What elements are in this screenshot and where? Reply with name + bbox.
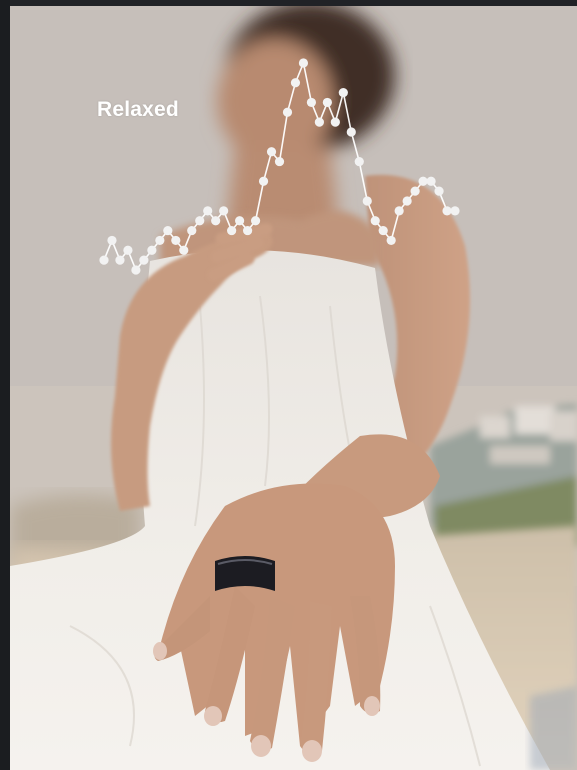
lifestyle-photo [10, 6, 577, 770]
photo-illustration [10, 6, 577, 770]
mood-label: Relaxed [97, 98, 179, 121]
left-border [0, 0, 10, 770]
smart-ring [215, 556, 275, 591]
image-frame: Relaxed [0, 0, 577, 770]
